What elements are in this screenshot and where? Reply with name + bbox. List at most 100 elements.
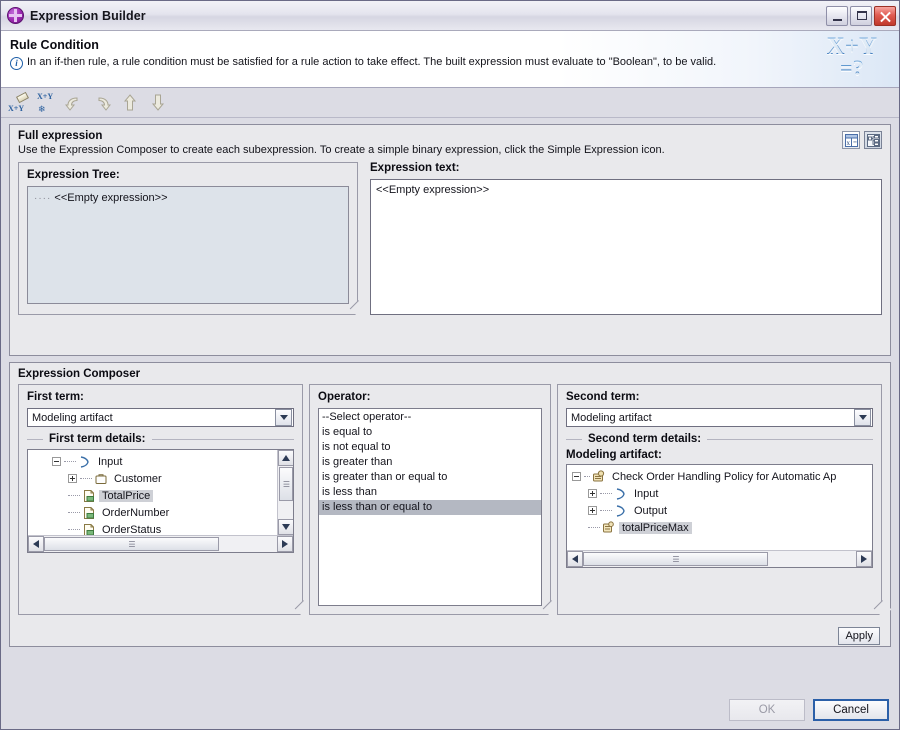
close-button[interactable] [874, 5, 896, 26]
collapse-expander-icon[interactable] [52, 457, 61, 466]
tree-node-label: totalPriceMax [619, 521, 692, 534]
full-expression-icon-bar: x = [842, 131, 882, 149]
toolbar: X+Y X+Y ❄ [1, 88, 899, 118]
freeze-expression-icon[interactable]: X+Y ❄ [35, 92, 57, 114]
operator-option[interactable]: is greater than or equal to [319, 470, 541, 485]
apply-row: Apply [10, 627, 890, 645]
tree-node-label: Check Order Handling Policy for Automati… [612, 470, 837, 483]
modeling-artifact-label: Modeling artifact: [566, 449, 662, 461]
full-expression-description: Use the Expression Composer to create ea… [18, 144, 665, 156]
tree-horizontal-scrollbar[interactable]: ☰ [567, 550, 872, 567]
expand-expander-icon[interactable] [68, 474, 77, 483]
operator-column: Operator: --Select operator-- is equal t… [309, 384, 551, 615]
tree-vertical-scrollbar[interactable]: ☰ [277, 450, 293, 535]
second-term-details-header: Second term details: [566, 433, 873, 445]
horizontal-scroll-thumb[interactable]: ☰ [583, 552, 768, 566]
expand-expander-icon[interactable] [588, 506, 597, 515]
tree-row[interactable]: totalPriceMax [567, 519, 856, 536]
svg-text:x: x [846, 139, 850, 147]
tree-row[interactable]: Input [567, 485, 856, 502]
tree-node-label: Output [634, 504, 668, 517]
output-arrow-icon [614, 504, 628, 518]
second-term-combo[interactable]: Modeling artifact [566, 408, 873, 427]
simple-expression-icon[interactable]: x = [842, 131, 860, 149]
expression-tree-group: Expression Tree: ···· <<Empty expression… [18, 162, 358, 315]
expression-text-box[interactable]: <<Empty expression>> [370, 179, 882, 315]
operator-option[interactable]: is equal to [319, 425, 541, 440]
tree-node-label: OrderNumber [102, 506, 170, 519]
operator-option-selected[interactable]: is less than or equal to [319, 500, 541, 515]
expand-expander-icon[interactable] [588, 489, 597, 498]
scroll-down-icon[interactable] [278, 519, 293, 535]
first-term-tree[interactable]: Input Customer TotalPrice OrderNumber Or… [27, 449, 294, 553]
apply-button[interactable]: Apply [838, 627, 880, 645]
operator-option[interactable]: --Select operator-- [319, 410, 541, 425]
scroll-right-icon[interactable] [277, 536, 293, 552]
scroll-left-icon[interactable] [567, 551, 583, 567]
operator-option[interactable]: is less than [319, 485, 541, 500]
page-title: Rule Condition [10, 38, 99, 52]
attribute-icon [82, 489, 96, 503]
clear-expression-icon[interactable]: X+Y [7, 91, 29, 114]
tree-row[interactable]: Output [567, 502, 856, 519]
expression-text-value: <<Empty expression>> [376, 184, 490, 196]
tree-row[interactable]: Input [28, 453, 277, 470]
horizontal-scroll-thumb[interactable]: ☰ [44, 537, 219, 551]
info-icon: i [10, 57, 23, 70]
ok-button[interactable]: OK [729, 699, 805, 721]
attribute-icon [82, 523, 96, 535]
minimize-button[interactable] [826, 5, 848, 26]
expression-artwork-icon: X+Y =? [827, 34, 877, 79]
tree-row[interactable]: TotalPrice [28, 487, 277, 504]
artwork-line-2: =? [827, 56, 877, 78]
second-term-label: Second term: [566, 391, 640, 403]
tree-expression-icon[interactable] [864, 131, 882, 149]
tree-row[interactable]: OrderStatus [28, 521, 277, 535]
tree-connector: ···· [34, 193, 52, 204]
operator-list[interactable]: --Select operator-- is equal to is not e… [318, 408, 542, 606]
operator-option[interactable]: is greater than [319, 455, 541, 470]
expression-builder-window: Expression Builder Rule Condition i In a… [0, 0, 900, 730]
vertical-scroll-thumb[interactable]: ☰ [279, 467, 293, 501]
business-object-icon [94, 472, 108, 486]
expression-tree-label: Expression Tree: [27, 169, 120, 181]
second-term-tree[interactable]: Check Order Handling Policy for Automati… [566, 464, 873, 568]
redo-icon[interactable] [91, 92, 113, 114]
first-term-details-header: First term details: [27, 433, 294, 445]
undo-icon[interactable] [63, 92, 85, 114]
chevron-down-icon[interactable] [275, 409, 292, 426]
scroll-left-icon[interactable] [28, 536, 44, 552]
first-term-combo-value: Modeling artifact [32, 411, 113, 424]
second-term-column: Second term: Modeling artifact Second te… [557, 384, 882, 615]
first-term-combo[interactable]: Modeling artifact [27, 408, 294, 427]
attribute-icon [82, 506, 96, 520]
expression-builder-icon [7, 7, 24, 24]
collapse-expander-icon[interactable] [572, 472, 581, 481]
full-expression-title: Full expression [18, 130, 103, 142]
scroll-up-icon[interactable] [278, 450, 293, 466]
move-up-icon[interactable] [119, 92, 141, 114]
content-area: Full expression x = Use the Expression C… [1, 118, 899, 691]
header-banner: Rule Condition i In an if-then rule, a r… [1, 31, 899, 87]
maximize-button[interactable] [850, 5, 872, 26]
operator-option[interactable]: is not equal to [319, 440, 541, 455]
second-term-combo-value: Modeling artifact [571, 411, 652, 424]
tree-node-label: Input [634, 487, 659, 500]
tree-node-label: Input [98, 455, 123, 468]
first-term-label: First term: [27, 391, 84, 403]
cancel-button[interactable]: Cancel [813, 699, 889, 721]
clear-expression-label: X+Y [8, 103, 25, 113]
move-down-icon[interactable] [147, 92, 169, 114]
tree-node-label: TotalPrice [99, 489, 154, 502]
scroll-right-icon[interactable] [856, 551, 872, 567]
tree-row[interactable]: Check Order Handling Policy for Automati… [567, 468, 856, 485]
input-arrow-icon [78, 455, 92, 469]
first-term-details-label: First term details: [49, 433, 146, 445]
expression-text-label: Expression text: [370, 162, 460, 174]
header-description: In an if-then rule, a rule condition mus… [27, 56, 717, 68]
expression-tree-box[interactable]: ···· <<Empty expression>> [27, 186, 349, 304]
tree-row[interactable]: Customer [28, 470, 277, 487]
tree-row[interactable]: OrderNumber [28, 504, 277, 521]
chevron-down-icon[interactable] [854, 409, 871, 426]
tree-horizontal-scrollbar[interactable]: ☰ [28, 535, 293, 552]
